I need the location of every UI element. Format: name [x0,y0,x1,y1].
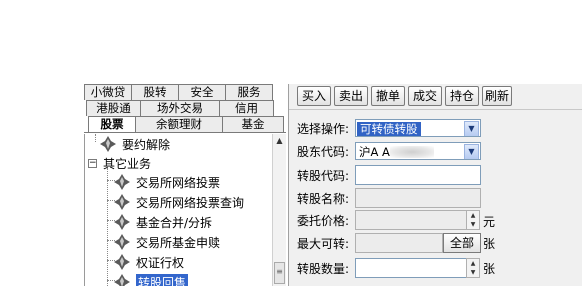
tree-item-label: 交易所网络投票 [136,175,221,190]
redacted-code [390,146,434,158]
tab-row-2: 港股通 场外交易 信用 [86,100,274,116]
quantity-unit: 张 [483,262,496,276]
positions-button[interactable]: 持仓 [445,86,479,106]
convert-code-label: 转股代码: [297,169,350,183]
max-label: 最大可转: [297,237,350,251]
diamond-arrows-icon [113,273,131,286]
tree-folder-label: 其它业务 [103,156,152,171]
buy-button[interactable]: 买入 [297,86,331,106]
tree-item-fund-subscription[interactable]: 交易所基金申赎 [113,232,220,252]
tree-item-label: 基金合并/分拆 [136,215,213,230]
diamond-arrows-icon [113,213,131,231]
price-spin-icon[interactable]: ▲ ▼ [466,210,480,230]
tree-folder-other-business[interactable]: − 其它业务 [88,153,151,173]
quantity-label: 转股数量: [297,262,350,276]
tab-row-3: 股票 余额理财 基金 [88,116,284,132]
cancel-order-button[interactable]: 撤单 [371,86,405,106]
operation-selected-value: 可转债转股 [357,122,421,136]
scroll-thumb[interactable]: ≡ [274,262,285,284]
tree-item-exchange-online-voting[interactable]: 交易所网络投票 [113,172,220,192]
tree-item-warrant-exercise[interactable]: 权证行权 [113,252,184,272]
chevron-down-icon[interactable]: ▼ [464,144,479,159]
function-menu-panel: 小微贷 股转 安全 服务 港股通 场外交易 信用 股票 余额理财 基金 要约解除… [84,84,286,286]
sell-button[interactable]: 卖出 [334,86,368,106]
diamond-arrows-icon [113,193,131,211]
tab-hk-connect[interactable]: 港股通 [86,100,141,116]
max-unit: 张 [483,237,496,251]
diamond-arrows-icon [99,135,117,153]
tab-divider [84,132,286,133]
tab-stocks[interactable]: 股票 [88,116,136,132]
tree-item-conversion-putback[interactable]: 转股回售 [113,272,189,286]
tab-otc-trading[interactable]: 场外交易 [140,100,220,116]
tab-funds[interactable]: 基金 [222,116,284,132]
price-label: 委托价格: [297,214,350,228]
quantity-spin-icon[interactable]: ▲ ▼ [466,258,480,278]
all-button[interactable]: 全部 [443,233,481,253]
trades-button[interactable]: 成交 [408,86,442,106]
convert-code-input[interactable] [355,165,481,185]
price-unit: 元 [483,215,496,229]
quantity-input[interactable] [355,258,467,278]
max-convertible-field [355,233,443,253]
tab-share-transfer[interactable]: 股转 [131,84,179,100]
tree-item-voting-query[interactable]: 交易所网络投票查询 [113,192,244,212]
tab-credit[interactable]: 信用 [219,100,274,116]
account-label: 股东代码: [297,145,350,159]
account-select[interactable]: 沪A A2 ▼ [355,142,481,160]
tree-item-fund-merge-split[interactable]: 基金合并/分拆 [113,212,212,232]
price-input[interactable] [355,210,467,230]
diamond-arrows-icon [113,233,131,251]
tree-item-label: 要约解除 [122,137,171,152]
tree-item-label: 转股回售 [136,273,189,286]
operation-select[interactable]: 可转债转股 ▼ [355,119,481,137]
diamond-arrows-icon [113,253,131,271]
operation-label: 选择操作: [297,122,350,136]
collapse-toggle-icon[interactable]: − [88,158,97,168]
tab-microloan[interactable]: 小微贷 [84,84,132,100]
tree-item-label: 交易所基金申赎 [136,235,221,250]
convert-name-label: 转股名称: [297,192,350,206]
tree-line [95,134,96,142]
tree-item-label: 权证行权 [136,255,185,270]
tree-line [107,168,108,286]
tab-row-1: 小微贷 股转 安全 服务 [84,84,273,100]
tree-scrollbar[interactable]: ▲ ≡ [272,134,286,286]
toolbar: 买入 卖出 撤单 成交 持仓 刷新 [289,84,582,110]
diamond-arrows-icon [113,173,131,191]
tab-service[interactable]: 服务 [225,84,273,100]
tree-item-offer-release[interactable]: 要约解除 [99,134,170,154]
convert-name-field [355,188,481,208]
tab-cash-management[interactable]: 余额理财 [135,116,223,132]
tree-item-label: 交易所网络投票查询 [136,195,245,210]
function-tree: 要约解除 − 其它业务 交易所网络投票 交易所网络投票查询 基金合并/分拆 交易… [84,134,272,286]
trade-form-panel: 买入 卖出 撤单 成交 持仓 刷新 选择操作: 可转债转股 ▼ 股东代码: 沪A… [288,84,582,286]
scroll-up-arrow-icon[interactable]: ▲ [273,134,286,148]
refresh-button[interactable]: 刷新 [482,86,512,106]
tab-security[interactable]: 安全 [178,84,226,100]
chevron-down-icon[interactable]: ▼ [464,121,479,136]
